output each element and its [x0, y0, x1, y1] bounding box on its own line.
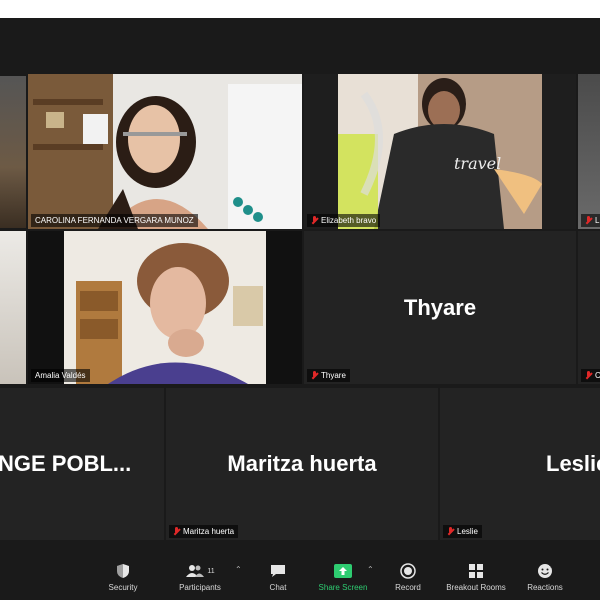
- record-icon: [378, 561, 438, 581]
- participant-name: L: [595, 216, 600, 225]
- participant-tile-carolina[interactable]: CAROLINA FERNANDA VERGARA MUNOZ: [28, 74, 302, 229]
- participant-name: Maritza huerta: [183, 527, 235, 536]
- participant-name: C: [595, 371, 600, 380]
- participant-name-label: L: [581, 214, 600, 227]
- chat-label: Chat: [269, 583, 287, 592]
- participant-name: CAROLINA FERNANDA VERGARA MUNOZ: [35, 216, 194, 225]
- participant-name-label: CAROLINA FERNANDA VERGARA MUNOZ: [31, 214, 198, 227]
- participants-label: Participants: [179, 583, 221, 592]
- participant-display-name: NGE POBL...: [0, 451, 132, 476]
- window-top-bar: [0, 0, 600, 18]
- meeting-toolbar: Security 11 Participants ⌃ Chat Share Sc…: [0, 555, 600, 600]
- gallery-view: CAROLINA FERNANDA VERGARA MUNOZ travel E…: [0, 18, 600, 555]
- video-feed: [578, 74, 600, 229]
- svg-text:+: +: [549, 564, 553, 570]
- video-feed: [0, 231, 26, 384]
- share-screen-icon: [313, 561, 373, 581]
- participant-tile-leslie[interactable]: Leslie Leslie: [440, 388, 600, 540]
- smiley-icon: +: [515, 561, 575, 581]
- participant-tile-partial-left-2[interactable]: [0, 231, 26, 384]
- participant-name: Amalia Valdés: [35, 371, 86, 380]
- share-screen-options-chevron-icon[interactable]: ⌃: [367, 565, 374, 574]
- participant-name-label: Maritza huerta: [169, 525, 239, 538]
- participant-name-label: Thyare: [307, 369, 350, 382]
- participant-name-label: C: [581, 369, 600, 382]
- breakout-rooms-icon: [446, 561, 506, 581]
- breakout-rooms-button[interactable]: Breakout Rooms: [446, 561, 506, 592]
- video-feed: [28, 74, 302, 229]
- record-button[interactable]: Record: [378, 561, 438, 592]
- shield-icon: [93, 561, 153, 581]
- participants-button[interactable]: 11 Participants: [170, 561, 230, 592]
- svg-text:travel: travel: [454, 154, 501, 173]
- participant-name-label: Elizabeth bravo: [307, 214, 381, 227]
- participant-tile-maritza[interactable]: Maritza huerta Maritza huerta: [166, 388, 438, 540]
- breakout-rooms-label: Breakout Rooms: [446, 583, 506, 592]
- participant-tile-elizabeth[interactable]: travel Elizabeth bravo: [304, 74, 576, 229]
- participant-tile-partial-right-2[interactable]: C: [578, 231, 600, 384]
- share-screen-button[interactable]: Share Screen: [313, 561, 373, 592]
- video-feed: [28, 231, 302, 384]
- participants-options-chevron-icon[interactable]: ⌃: [235, 565, 242, 574]
- video-feed: [0, 76, 26, 228]
- mic-muted-icon: [585, 216, 592, 225]
- mic-muted-icon: [447, 527, 454, 536]
- participant-tile-thyare[interactable]: Thyare Thyare: [304, 231, 576, 384]
- participants-count: 11: [207, 567, 215, 575]
- mic-muted-icon: [585, 371, 592, 380]
- chat-button[interactable]: Chat: [248, 561, 308, 592]
- participant-name: Thyare: [321, 371, 346, 380]
- share-screen-label: Share Screen: [318, 583, 368, 592]
- participant-tile-partial-right-1[interactable]: L: [578, 74, 600, 229]
- participant-display-name: Thyare: [403, 294, 477, 320]
- security-button[interactable]: Security: [93, 561, 153, 592]
- participant-name: Leslie: [457, 527, 478, 536]
- participant-name: Elizabeth bravo: [321, 216, 377, 225]
- security-label: Security: [108, 583, 138, 592]
- participant-tile-partial-left-3[interactable]: NGE POBL...: [0, 388, 164, 540]
- chat-icon: [248, 561, 308, 581]
- participant-name-label: Leslie: [443, 525, 482, 538]
- mic-muted-icon: [311, 371, 318, 380]
- participant-display-name: Maritza huerta: [227, 451, 377, 476]
- participant-tile-partial-left-1[interactable]: [0, 76, 26, 228]
- reactions-label: Reactions: [527, 583, 563, 592]
- participant-name-label: Amalia Valdés: [31, 369, 90, 382]
- participants-icon: 11: [170, 561, 230, 581]
- mic-muted-icon: [311, 216, 318, 225]
- reactions-button[interactable]: + Reactions: [515, 561, 575, 592]
- video-feed: travel: [304, 74, 576, 229]
- participant-tile-amalia[interactable]: Amalia Valdés: [28, 231, 302, 384]
- participant-display-name: Leslie: [546, 451, 600, 476]
- record-label: Record: [395, 583, 421, 592]
- mic-muted-icon: [173, 527, 180, 536]
